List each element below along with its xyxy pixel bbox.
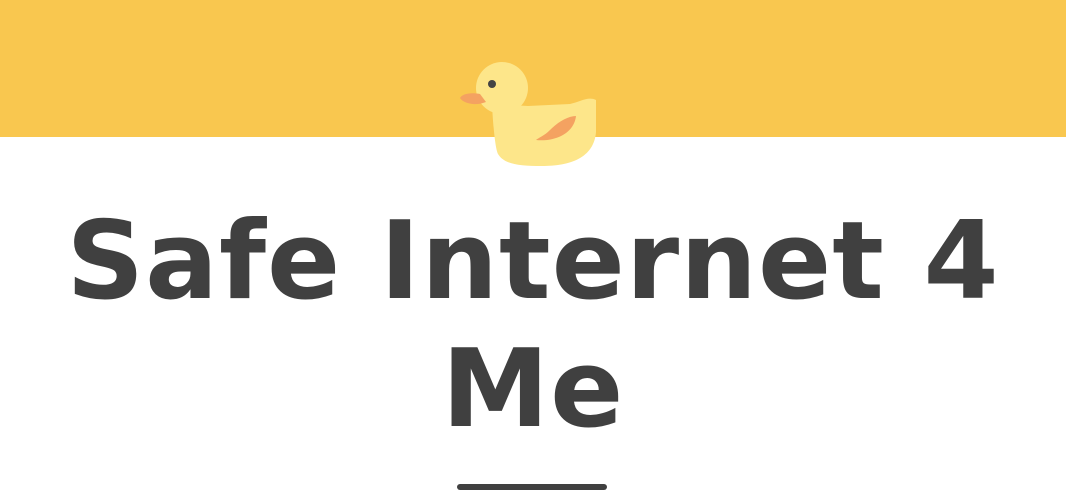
duck-icon[interactable] (458, 60, 598, 168)
site-title-line-2: Me (441, 327, 625, 452)
site-title-line-1: Safe Internet 4 (66, 199, 1000, 324)
title-underline (457, 484, 607, 490)
page: Safe Internet 4 Me (0, 0, 1066, 494)
site-title: Safe Internet 4 Me (0, 198, 1066, 454)
